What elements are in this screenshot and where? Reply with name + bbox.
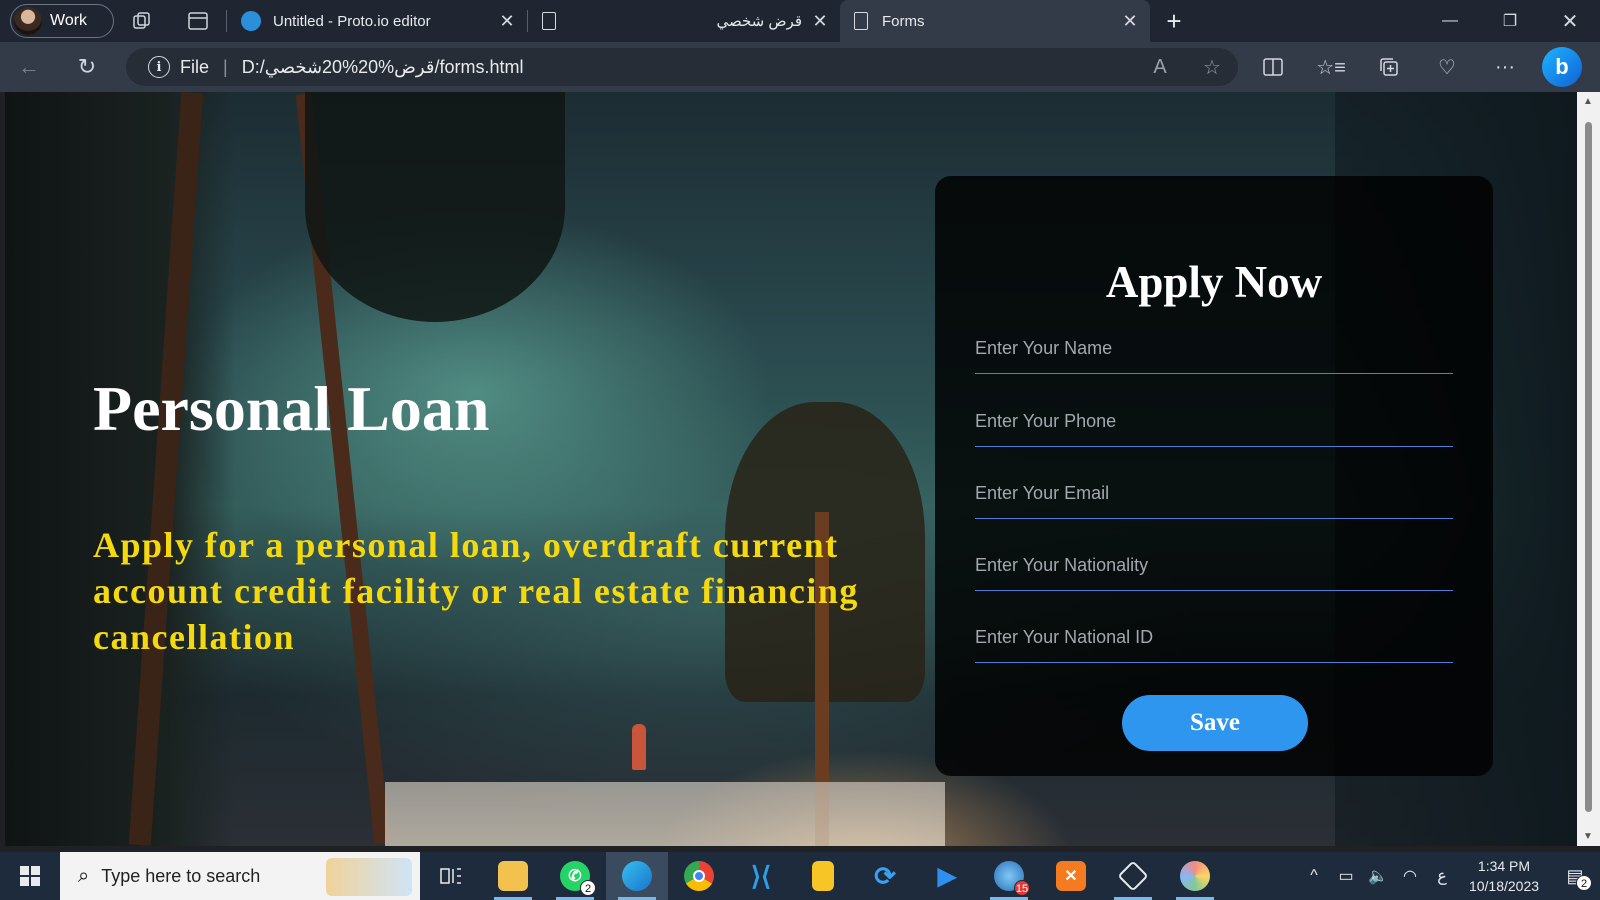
name-field[interactable] bbox=[975, 330, 1453, 374]
tab-proto-editor[interactable]: Untitled - Proto.io editor ✕ bbox=[227, 0, 527, 42]
phone-field[interactable] bbox=[975, 403, 1453, 447]
window-close-icon[interactable]: ✕ bbox=[1540, 0, 1600, 42]
windows-logo-icon bbox=[20, 866, 40, 886]
favorite-star-icon[interactable]: ☆ bbox=[1186, 55, 1238, 80]
save-button[interactable]: Save bbox=[1122, 695, 1308, 751]
globe-app-icon[interactable]: 15 bbox=[978, 852, 1040, 900]
scroll-down-icon[interactable]: ▼ bbox=[1583, 831, 1593, 842]
new-tab-button[interactable]: + bbox=[1150, 6, 1198, 37]
notes-app-icon[interactable] bbox=[792, 852, 854, 900]
battery-icon[interactable]: ▭ bbox=[1330, 866, 1362, 886]
chrome-icon[interactable] bbox=[668, 852, 730, 900]
file-scheme-label: File bbox=[180, 56, 210, 77]
minimize-icon[interactable]: — bbox=[1420, 0, 1480, 42]
clock[interactable]: 1:34 PM 10/18/2023 bbox=[1458, 856, 1550, 896]
refresh-icon[interactable]: ↻ bbox=[58, 42, 116, 92]
close-icon[interactable]: ✕ bbox=[810, 11, 830, 32]
tab-actions-icon[interactable] bbox=[170, 0, 226, 42]
task-view-icon[interactable] bbox=[420, 852, 482, 900]
collections-icon[interactable] bbox=[1360, 42, 1418, 92]
taskbar-search[interactable]: ⌕ Type here to search bbox=[60, 852, 420, 900]
tab-title: Forms bbox=[882, 12, 925, 30]
apply-form-card: Apply Now Save bbox=[935, 176, 1493, 776]
app-badge: 15 bbox=[1014, 880, 1030, 896]
form-title: Apply Now bbox=[1105, 257, 1323, 307]
paint-app-icon[interactable] bbox=[1164, 852, 1226, 900]
page-icon bbox=[854, 12, 868, 30]
snow-ground bbox=[385, 782, 945, 846]
favorites-icon[interactable]: ☆≡ bbox=[1302, 42, 1360, 92]
page-icon bbox=[542, 12, 556, 30]
tab-arabic-page[interactable]: قرض شخصي ✕ bbox=[528, 0, 840, 42]
vscode-icon[interactable]: ⟩⟨ bbox=[730, 852, 792, 900]
hero-subtitle: Apply for a personal loan, overdraft cur… bbox=[93, 525, 859, 657]
media-player-icon[interactable]: ▶ bbox=[916, 852, 978, 900]
tab-forms[interactable]: Forms ✕ bbox=[840, 0, 1150, 42]
keyboard-language[interactable]: ع bbox=[1426, 866, 1458, 886]
xampp-icon[interactable]: ✕ bbox=[1040, 852, 1102, 900]
back-arrow-icon[interactable]: ← bbox=[0, 42, 58, 92]
whatsapp-badge: 2 bbox=[580, 880, 596, 896]
profile-button[interactable]: Work bbox=[10, 4, 114, 38]
hero-title: Personal Loan bbox=[93, 373, 490, 444]
more-options-icon[interactable]: ··· bbox=[1476, 42, 1534, 92]
national-id-field[interactable] bbox=[975, 619, 1453, 663]
clock-time: 1:34 PM bbox=[1477, 858, 1531, 874]
edge-icon[interactable] bbox=[606, 852, 668, 900]
notification-icon[interactable]: ▤ 2 bbox=[1550, 866, 1600, 891]
tab-title: Untitled - Proto.io editor bbox=[273, 12, 431, 30]
nationality-field[interactable] bbox=[975, 547, 1453, 591]
file-explorer-icon[interactable] bbox=[482, 852, 544, 900]
unity-icon[interactable] bbox=[1102, 852, 1164, 900]
sync-app-icon[interactable]: ⟳ bbox=[854, 852, 916, 900]
tree-silhouette bbox=[5, 92, 235, 846]
chevron-up-icon[interactable]: ^ bbox=[1298, 867, 1330, 885]
restore-icon[interactable]: ❐ bbox=[1480, 0, 1540, 42]
tree-silhouette bbox=[305, 92, 565, 322]
page-viewport: Personal Loan Apply for a personal loan,… bbox=[5, 92, 1577, 846]
email-field[interactable] bbox=[975, 475, 1453, 519]
volume-icon[interactable]: 🔈 bbox=[1362, 866, 1394, 886]
scroll-thumb[interactable] bbox=[1585, 122, 1592, 812]
read-aloud-icon[interactable]: A bbox=[1134, 56, 1186, 79]
address-divider: | bbox=[223, 56, 228, 77]
page-scrollbar[interactable]: ▲ ▼ bbox=[1577, 92, 1600, 846]
whatsapp-icon[interactable]: ✆ 2 bbox=[544, 852, 606, 900]
proto-favicon-icon bbox=[241, 11, 261, 31]
notification-badge: 2 bbox=[1576, 874, 1592, 891]
browser-essentials-icon[interactable]: ♡ bbox=[1418, 42, 1476, 92]
close-icon[interactable]: ✕ bbox=[497, 11, 517, 32]
avatar bbox=[14, 7, 42, 35]
split-screen-icon[interactable] bbox=[1244, 42, 1302, 92]
address-bar[interactable]: i File | D:/قرض%20%20شخصي/forms.html A ☆ bbox=[126, 48, 1238, 86]
tab-title: قرض شخصي bbox=[716, 13, 802, 30]
clock-date: 10/18/2023 bbox=[1468, 878, 1540, 894]
person-figure bbox=[632, 724, 646, 770]
workspaces-icon[interactable] bbox=[114, 0, 170, 42]
url-text[interactable]: D:/قرض%20%20شخصي/forms.html bbox=[242, 57, 1134, 78]
wifi-icon[interactable]: ◠ bbox=[1394, 866, 1426, 886]
system-tray: ^ ▭ 🔈 ◠ ع 1:34 PM 10/18/2023 ▤ 2 bbox=[1298, 852, 1600, 900]
close-icon[interactable]: ✕ bbox=[1120, 11, 1140, 32]
windows-taskbar: ⌕ Type here to search ✆ 2 ⟩⟨ ⟳ ▶ 15 ✕ ^ … bbox=[0, 852, 1600, 900]
search-icon: ⌕ bbox=[78, 864, 90, 887]
start-button[interactable] bbox=[0, 852, 60, 900]
browser-toolbar: ← ↻ i File | D:/قرض%20%20شخصي/forms.html… bbox=[0, 42, 1600, 92]
search-highlight-art bbox=[326, 858, 412, 896]
scroll-up-icon[interactable]: ▲ bbox=[1583, 96, 1593, 107]
info-icon[interactable]: i bbox=[148, 56, 170, 78]
bing-chat-icon[interactable]: b bbox=[1542, 47, 1582, 87]
window-controls: — ❐ ✕ bbox=[1420, 0, 1600, 42]
search-placeholder: Type here to search bbox=[101, 865, 261, 886]
profile-label: Work bbox=[50, 12, 88, 29]
browser-tab-strip: Work Untitled - Proto.io editor ✕ قرض شخ… bbox=[0, 0, 1600, 42]
